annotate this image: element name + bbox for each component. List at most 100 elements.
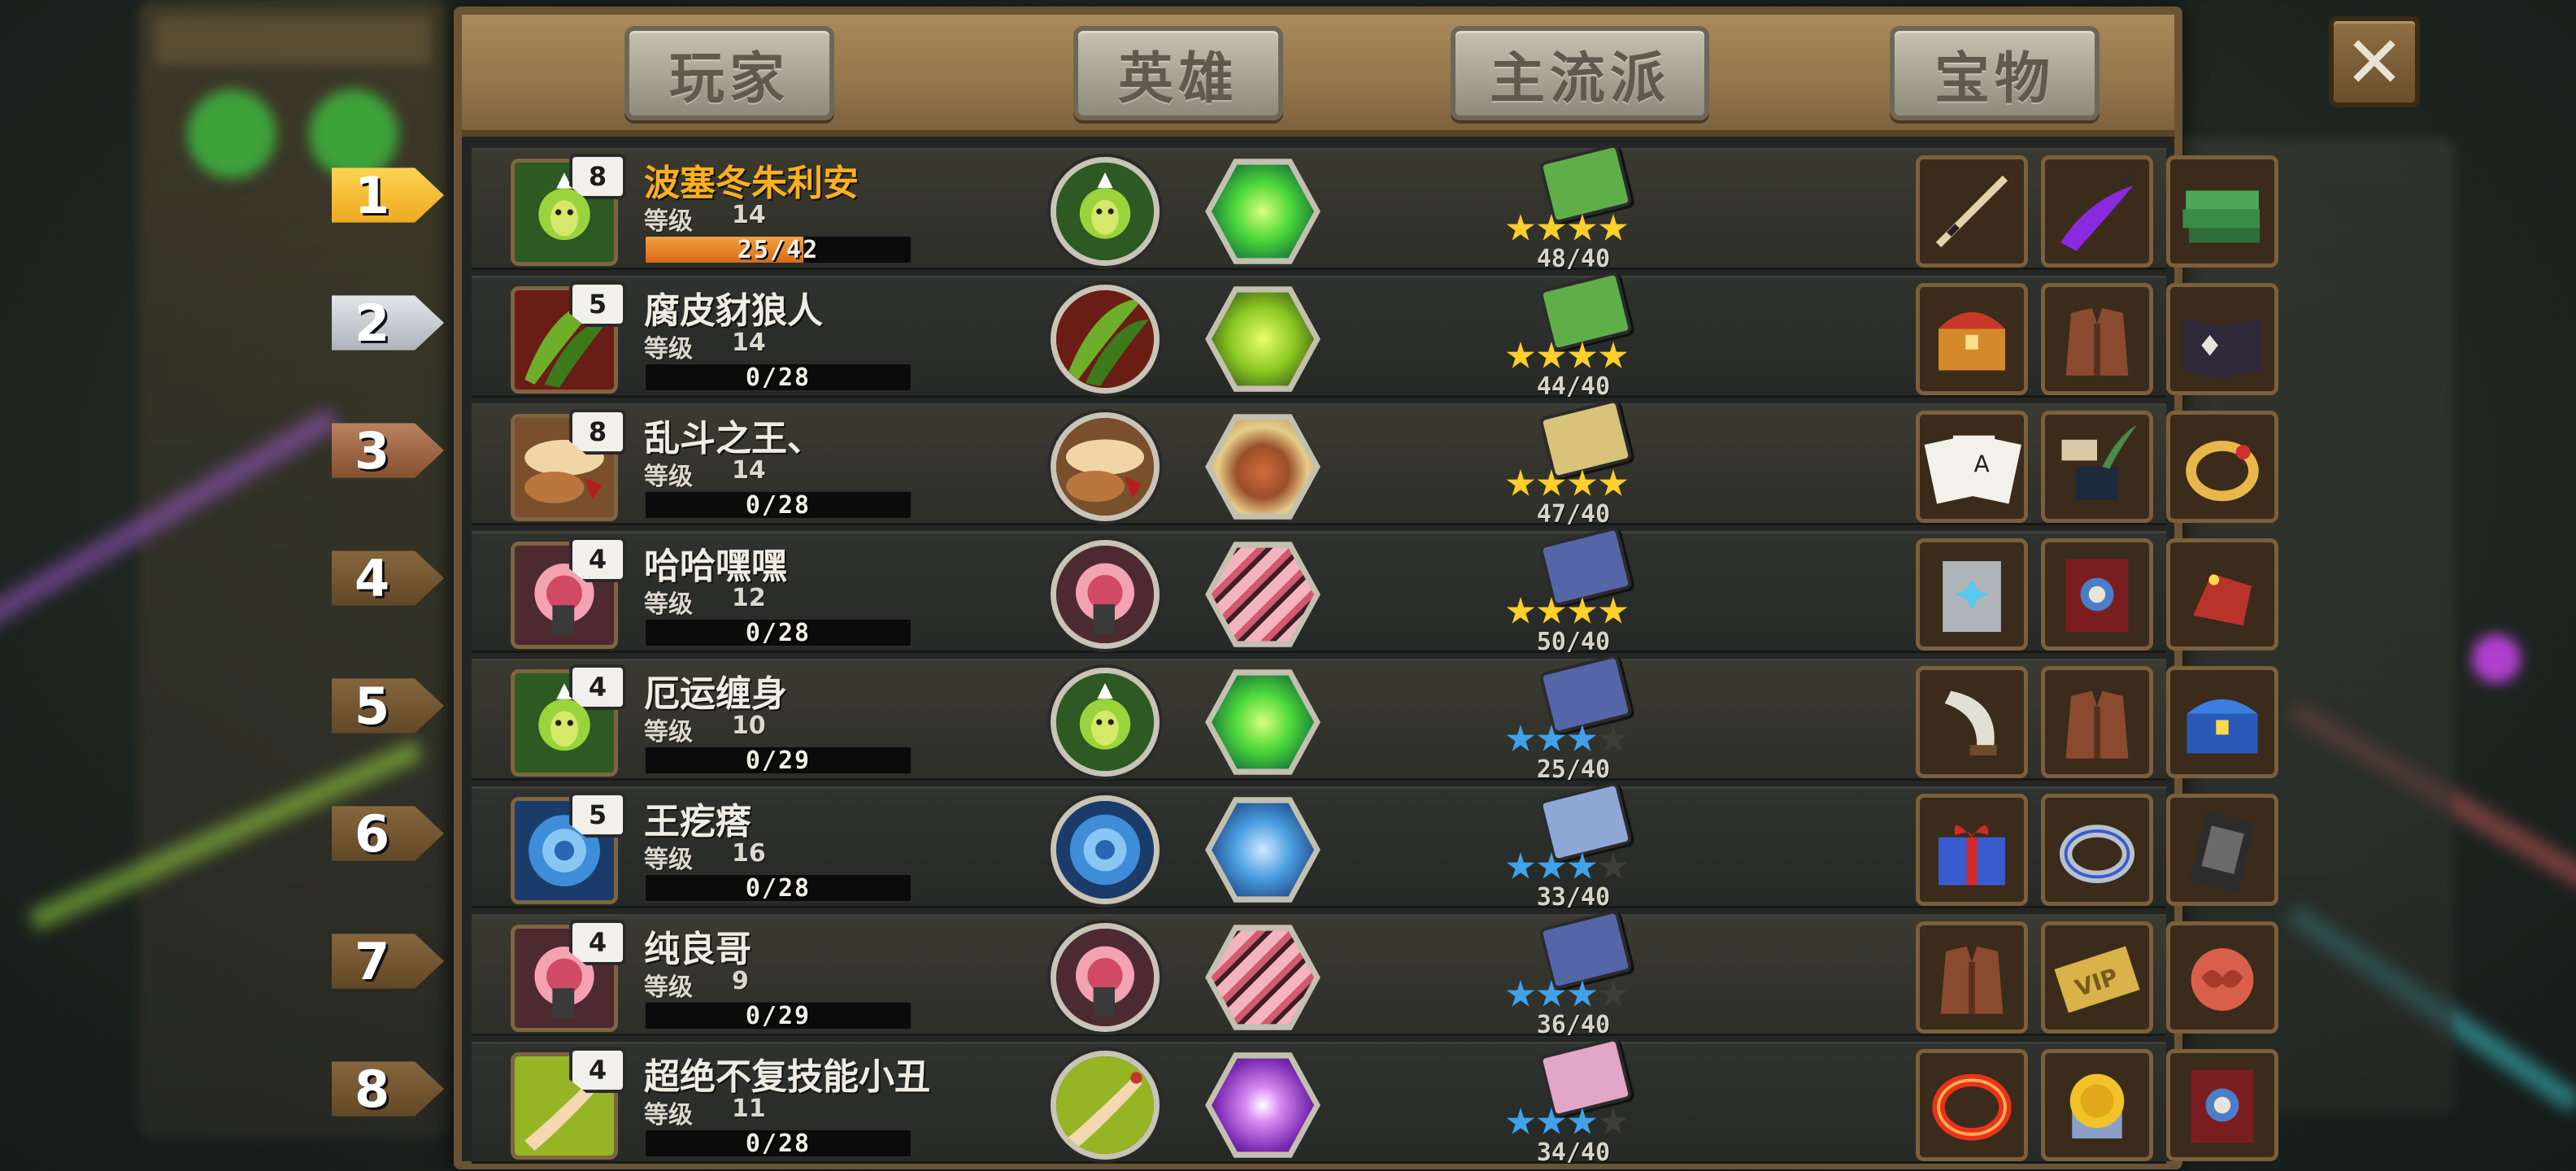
treasure-slot-spellbook-dark[interactable] xyxy=(2166,283,2278,395)
skill-hex-icon[interactable] xyxy=(1205,925,1321,1030)
tab-label: 宝物 xyxy=(1934,46,2055,111)
hero-portrait-icon[interactable] xyxy=(1051,668,1160,777)
star-icon xyxy=(1506,980,1535,1007)
close-button[interactable]: ✕ xyxy=(2329,16,2420,107)
star-icon xyxy=(1506,214,1535,241)
treasure-slot-red-gauntlet[interactable] xyxy=(2166,538,2278,651)
treasure-slot-dark-card[interactable] xyxy=(2166,794,2278,906)
star-icon xyxy=(1537,725,1566,751)
level-label: 等级 xyxy=(644,335,693,363)
star-rating xyxy=(1506,342,1628,371)
star-icon xyxy=(1537,852,1566,879)
hero-portrait-icon[interactable] xyxy=(1051,923,1160,1032)
rank-number: 4 xyxy=(355,548,390,608)
star-icon xyxy=(1599,1108,1628,1134)
leaderboard-row[interactable]: 4 超绝不复技能小丑 等级 11 0/28 34/40 xyxy=(472,1037,2278,1167)
treasure-slot-green-books[interactable] xyxy=(2166,155,2278,268)
leaderboard-row[interactable]: 5 腐皮豺狼人 等级 14 0/28 44/40 xyxy=(472,271,2278,401)
hero-portrait-icon[interactable] xyxy=(1051,540,1160,649)
treasure-slot-treasure-chest[interactable] xyxy=(1916,283,2028,395)
treasure-slot-red-tome[interactable] xyxy=(2041,538,2153,651)
star-rating xyxy=(1506,214,1628,243)
vip-level-text: 4 xyxy=(588,1055,607,1086)
player-name: 厄运缠身 xyxy=(644,673,787,715)
treasure-slot-fire-ring[interactable] xyxy=(1916,1049,2028,1161)
star-icon xyxy=(1599,342,1628,368)
treasure-slot-leather-vest[interactable] xyxy=(2041,283,2153,395)
treasure-slot-silver-tome[interactable] xyxy=(1916,538,2028,651)
build-book-icon[interactable] xyxy=(1538,398,1633,480)
leaderboard-row[interactable]: 4 厄运缠身 等级 10 0/29 25/40 xyxy=(472,654,2278,784)
build-book-icon[interactable] xyxy=(1538,271,1633,352)
skill-hex-icon[interactable] xyxy=(1205,797,1321,903)
treasure-slot-spear[interactable] xyxy=(1916,155,2028,268)
build-book-icon[interactable] xyxy=(1538,143,1633,224)
leaderboard-row[interactable]: 5 王疙瘩 等级 16 0/28 33/40 xyxy=(472,781,2278,912)
tab-label: 英雄 xyxy=(1117,46,1238,111)
treasure-slot-ink-pot[interactable] xyxy=(2041,411,2153,523)
tab-heroes[interactable]: 英雄 xyxy=(1073,26,1283,120)
treasure-slot-leather-vest[interactable] xyxy=(2041,666,2153,778)
treasure-slot-red-brain[interactable] xyxy=(2166,921,2278,1034)
star-icon xyxy=(1537,980,1566,1007)
leaderboard-row[interactable]: 8 乱斗之王、 等级 14 0/28 47/40 A xyxy=(472,398,2278,529)
star-icon xyxy=(1568,597,1597,624)
build-book-icon[interactable] xyxy=(1538,909,1633,990)
hero-portrait-icon[interactable] xyxy=(1051,795,1160,904)
leaderboard-row[interactable]: 8 波塞冬朱利安 等级 14 25/42 48/40 xyxy=(472,143,2278,273)
xp-text: 0/29 xyxy=(745,1001,812,1030)
star-icon xyxy=(1568,469,1597,496)
treasure-slot-gift-box[interactable] xyxy=(1916,794,2028,906)
treasure-slot-silver-ring[interactable] xyxy=(2041,794,2153,906)
skill-hex-icon[interactable] xyxy=(1205,1052,1321,1158)
build-book-icon[interactable] xyxy=(1538,654,1633,735)
hero-portrait-icon[interactable] xyxy=(1051,285,1160,394)
tab-mainstream-build[interactable]: 主流派 xyxy=(1451,26,1709,120)
rank-number: 2 xyxy=(355,293,390,353)
treasure-slot-horn[interactable] xyxy=(1916,666,2028,778)
xp-bar: 0/28 xyxy=(644,363,912,392)
xp-text: 0/28 xyxy=(745,618,812,647)
treasure-slot-playing-cards[interactable]: A xyxy=(1916,411,2028,523)
treasure-slot-red-tome[interactable] xyxy=(2166,1049,2278,1161)
level-value: 12 xyxy=(732,584,766,612)
build-score: 34/40 xyxy=(1536,1138,1611,1167)
leaderboard-row[interactable]: 4 哈哈嘿嘿 等级 12 0/28 50/40 xyxy=(472,526,2278,656)
treasure-slot-vip-card[interactable]: VIP xyxy=(2041,921,2153,1034)
star-icon xyxy=(1506,597,1535,624)
treasure-slot-gold-ring[interactable] xyxy=(2166,411,2278,523)
star-rating xyxy=(1506,597,1628,626)
build-book-icon[interactable] xyxy=(1538,526,1633,607)
treasure-slot-purple-blade[interactable] xyxy=(2041,155,2153,268)
star-icon xyxy=(1599,852,1628,879)
skill-hex-icon[interactable] xyxy=(1205,542,1321,647)
treasure-slot-leather-vest[interactable] xyxy=(1916,921,2028,1034)
tab-bar: 玩家 英雄 主流派 宝物 xyxy=(462,15,2174,137)
star-icon xyxy=(1568,214,1597,241)
xp-bar: 25/42 xyxy=(644,235,912,264)
build-book-icon[interactable] xyxy=(1538,1037,1633,1118)
vip-level-text: 8 xyxy=(588,416,607,447)
tab-players[interactable]: 玩家 xyxy=(624,26,834,120)
leaderboard-row[interactable]: 4 纯良哥 等级 9 0/29 36/40 VIP xyxy=(472,909,2278,1039)
build-book-icon[interactable] xyxy=(1538,781,1633,863)
level-label: 等级 xyxy=(644,207,693,236)
treasure-slot-blue-chest[interactable] xyxy=(2166,666,2278,778)
skill-hex-icon[interactable] xyxy=(1205,669,1321,775)
tab-treasures[interactable]: 宝物 xyxy=(1890,26,2100,120)
treasure-slot-gold-coin[interactable] xyxy=(2041,1049,2153,1161)
hero-portrait-icon[interactable] xyxy=(1051,157,1160,266)
skill-hex-icon[interactable] xyxy=(1205,286,1321,392)
star-icon xyxy=(1599,980,1628,1007)
skill-hex-icon[interactable] xyxy=(1205,159,1321,264)
player-name: 超绝不复技能小丑 xyxy=(644,1056,930,1098)
hero-portrait-icon[interactable] xyxy=(1051,412,1160,521)
vip-level-text: 5 xyxy=(588,799,607,830)
hero-portrait-icon[interactable] xyxy=(1051,1051,1160,1160)
star-icon xyxy=(1537,214,1566,241)
close-x-icon: ✕ xyxy=(2344,20,2404,104)
svg-text:A: A xyxy=(1974,451,1991,477)
skill-hex-icon[interactable] xyxy=(1205,414,1321,520)
build-score: 47/40 xyxy=(1536,500,1611,529)
star-rating xyxy=(1506,469,1628,498)
